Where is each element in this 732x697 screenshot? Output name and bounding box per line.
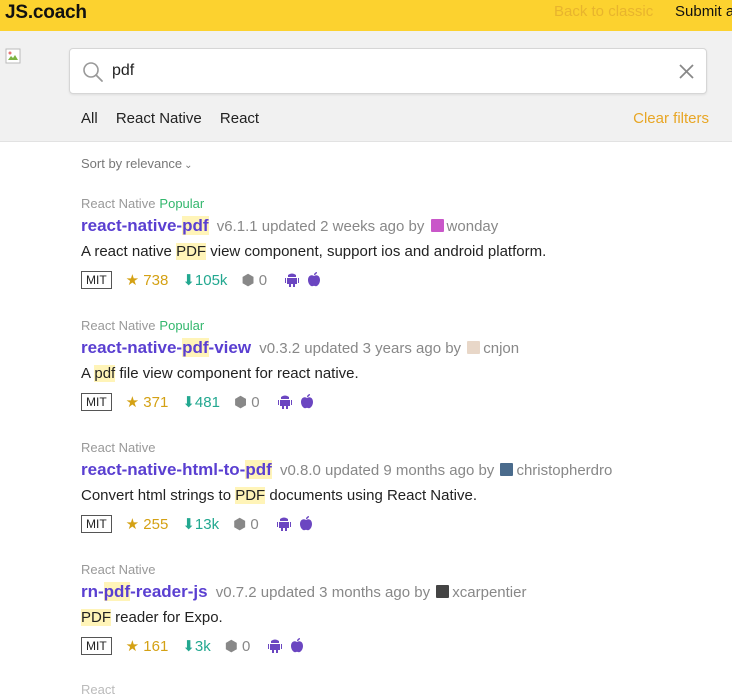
search-input[interactable]: [112, 59, 672, 83]
result-category[interactable]: React Native: [81, 318, 155, 333]
search-icon: [83, 62, 103, 82]
license-badge: MIT: [81, 637, 112, 655]
author-link[interactable]: wonday: [447, 218, 499, 235]
author-avatar: [436, 585, 450, 598]
result-category[interactable]: React Native: [81, 562, 155, 577]
result-item: React Native react-native-html-to-pdf v0…: [81, 440, 701, 534]
author-link[interactable]: cnjon: [483, 340, 519, 357]
star-count: ★ 255: [125, 516, 169, 533]
tab-react[interactable]: React: [220, 110, 259, 127]
download-count: ⬇481: [182, 394, 220, 411]
star-count: ★ 371: [125, 394, 169, 411]
issue-count: ⬢ 0: [233, 516, 259, 533]
download-count: ⬇13k: [182, 516, 220, 533]
package-name-link[interactable]: rn-pdf-reader-js: [81, 582, 208, 601]
broken-image-icon: [5, 48, 21, 64]
star-count: ★ 738: [125, 272, 169, 289]
result-item: React Native Popular react-native-pdf v6.…: [81, 196, 701, 290]
download-icon: ⬇: [182, 516, 195, 533]
package-version: v6.1.1 updated 2 weeks ago by: [216, 218, 425, 235]
author-link[interactable]: christopherdro: [516, 462, 612, 479]
issue-count: ⬢ 0: [224, 638, 251, 655]
license-badge: MIT: [81, 271, 112, 289]
star-icon: ★: [125, 394, 140, 411]
next-result-category: React: [81, 682, 115, 697]
issue-icon: ⬢: [233, 516, 247, 533]
star-icon: ★: [125, 516, 140, 533]
apple-icon: [300, 394, 313, 409]
star-icon: ★: [125, 638, 140, 655]
package-name-link[interactable]: react-native-pdf-view: [81, 338, 251, 357]
author-link[interactable]: xcarpentier: [452, 584, 526, 601]
license-badge: MIT: [81, 393, 112, 411]
back-to-classic-link[interactable]: Back to classic: [554, 3, 653, 20]
download-icon: ⬇: [182, 638, 195, 655]
close-icon[interactable]: [679, 64, 694, 79]
sort-label: Sort by relevance: [81, 156, 183, 171]
package-description: PDF reader for Expo.: [81, 609, 223, 626]
clear-filters-link[interactable]: Clear filters: [633, 110, 709, 127]
author-avatar: [467, 341, 481, 354]
download-icon: ⬇: [182, 272, 195, 289]
package-stats: MIT ★ 371 ⬇481 ⬢ 0: [81, 392, 701, 412]
issue-count: ⬢ 0: [233, 394, 260, 411]
result-item: React Native Popular react-native-pdf-vie…: [81, 318, 701, 412]
package-name-link[interactable]: react-native-pdf: [81, 216, 209, 235]
popular-badge: Popular: [159, 318, 205, 333]
author-avatar: [430, 219, 444, 232]
star-count: ★ 161: [125, 638, 169, 655]
download-count: ⬇105k: [182, 272, 228, 289]
sort-dropdown[interactable]: Sort by relevance ⌄: [81, 156, 193, 171]
package-version: v0.7.2 updated 3 months ago by: [215, 584, 431, 601]
author-avatar: [500, 463, 514, 476]
search-box: [69, 48, 707, 94]
license-badge: MIT: [81, 515, 112, 533]
android-icon: [277, 395, 292, 409]
apple-icon: [299, 516, 312, 531]
download-icon: ⬇: [182, 394, 195, 411]
site-logo[interactable]: JS.coach: [5, 2, 87, 24]
package-stats: MIT ★ 161 ⬇3k ⬢ 0: [81, 636, 701, 656]
result-category[interactable]: React Native: [81, 196, 155, 211]
star-icon: ★: [125, 272, 140, 289]
package-description: Convert html strings to PDF documents us…: [81, 487, 477, 504]
apple-icon: [291, 638, 304, 653]
filter-tabs: All React Native React: [81, 110, 273, 127]
package-name-link[interactable]: react-native-html-to-pdf: [81, 460, 272, 479]
popular-badge: Popular: [159, 196, 205, 211]
android-icon: [268, 639, 283, 653]
download-count: ⬇3k: [182, 638, 211, 655]
tab-all[interactable]: All: [81, 110, 98, 127]
package-stats: MIT ★ 255 ⬇13k ⬢ 0: [81, 514, 701, 534]
issue-icon: ⬢: [233, 394, 248, 411]
package-version: v0.8.0 updated 9 months ago by: [279, 462, 495, 479]
package-description: A pdf file view component for react nati…: [81, 365, 359, 382]
android-icon: [276, 517, 291, 531]
search-area: All React Native React Clear filters: [0, 31, 732, 142]
android-icon: [285, 273, 300, 287]
issue-count: ⬢ 0: [241, 272, 268, 289]
package-description: A react native PDF view component, suppo…: [81, 243, 547, 260]
submit-link[interactable]: Submit a: [675, 3, 732, 20]
result-category[interactable]: React Native: [81, 440, 155, 455]
result-item: React Native rn-pdf-reader-js v0.7.2 upd…: [81, 562, 701, 656]
package-version: v0.3.2 updated 3 years ago by: [259, 340, 462, 357]
chevron-down-icon: ⌄: [184, 160, 193, 171]
package-stats: MIT ★ 738 ⬇105k ⬢ 0: [81, 270, 701, 290]
tab-react-native[interactable]: React Native: [116, 110, 202, 127]
issue-icon: ⬢: [241, 272, 255, 289]
top-bar: JS.coach Back to classic Submit a: [0, 0, 732, 31]
apple-icon: [308, 272, 321, 287]
issue-icon: ⬢: [224, 638, 238, 655]
